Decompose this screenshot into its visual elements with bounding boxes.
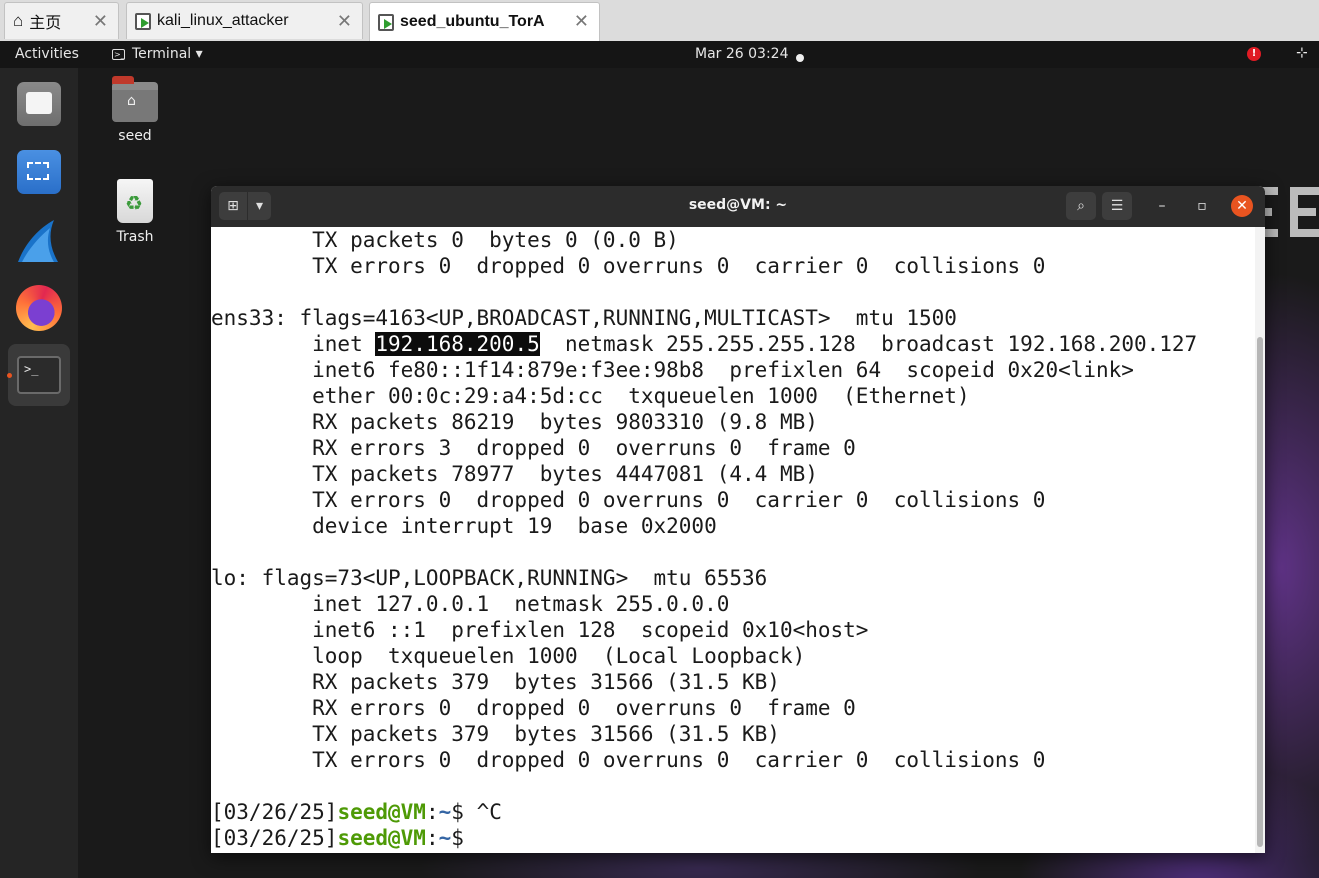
terminal-line: device interrupt 19 base 0x2000 xyxy=(211,514,717,538)
terminal-line: TX packets 0 bytes 0 (0.0 B) xyxy=(211,228,679,252)
app-menu-button[interactable]: >_ Terminal ▾ xyxy=(112,46,203,62)
terminal-line: RX packets 379 bytes 31566 (31.5 KB) xyxy=(211,670,780,694)
trash-icon: ♻ xyxy=(117,179,153,223)
terminal-icon: >_ xyxy=(17,356,61,394)
host-tab-label: kali_linux_attacker xyxy=(157,12,289,29)
desktop-trash[interactable]: ♻ Trash xyxy=(95,179,175,245)
scrollbar-thumb[interactable] xyxy=(1257,337,1263,847)
terminal-line: TX errors 0 dropped 0 overruns 0 carrier… xyxy=(211,254,1046,278)
selected-ip-address[interactable]: 192.168.200.5 xyxy=(375,332,540,356)
close-icon[interactable]: ✕ xyxy=(574,11,589,32)
prompt-user: seed@VM xyxy=(337,800,426,824)
prompt-colon: : xyxy=(425,800,439,824)
network-icon[interactable]: ⊹ xyxy=(1296,45,1308,61)
host-tab-strip: ⌂ 主页 ✕ kali_linux_attacker ✕ seed_ubuntu… xyxy=(0,0,1319,42)
terminal-header-bar: ⊞ ▾ seed@VM: ~ ⌕ ☰ – ▫ ✕ xyxy=(211,186,1265,227)
search-button[interactable]: ⌕ xyxy=(1066,192,1096,220)
running-indicator xyxy=(7,373,12,378)
dock-terminal[interactable]: >_ xyxy=(7,344,70,406)
terminal-line: TX errors 0 dropped 0 overruns 0 carrier… xyxy=(211,488,1046,512)
desktop-home-folder[interactable]: ⌂ seed xyxy=(95,76,175,144)
terminal-line: ether 00:0c:29:a4:5d:cc txqueuelen 1000 … xyxy=(211,384,970,408)
dock-screenshot[interactable] xyxy=(8,142,70,204)
screenshot-icon xyxy=(17,150,61,194)
host-tab-kali[interactable]: kali_linux_attacker ✕ xyxy=(126,2,363,39)
terminal-line: ens33: flags=4163<UP,BROADCAST,RUNNING,M… xyxy=(211,306,957,330)
vm-icon xyxy=(378,13,394,31)
terminal-line: inet 127.0.0.1 netmask 255.0.0.0 xyxy=(211,592,730,616)
terminal-line: lo: flags=73<UP,LOOPBACK,RUNNING> mtu 65… xyxy=(211,566,768,590)
host-tab-seed[interactable]: seed_ubuntu_TorA ✕ xyxy=(369,2,600,41)
prompt-path: ~ xyxy=(438,826,452,850)
terminal-line: inet6 fe80::1f14:879e:f3ee:98b8 prefixle… xyxy=(211,358,1134,382)
close-icon[interactable]: ✕ xyxy=(93,11,108,32)
terminal-line: TX packets 78977 bytes 4447081 (4.4 MB) xyxy=(211,462,818,486)
prompt-sign: $ xyxy=(451,800,477,824)
desktop-icon-label: seed xyxy=(118,128,152,144)
activities-button[interactable]: Activities xyxy=(15,46,79,62)
desktop-icon-label: Trash xyxy=(116,229,154,245)
hamburger-menu-button[interactable]: ☰ xyxy=(1102,192,1132,220)
terminal-line: RX errors 3 dropped 0 overruns 0 frame 0 xyxy=(211,436,856,460)
files-icon xyxy=(17,82,61,126)
terminal-line: TX errors 0 dropped 0 overruns 0 carrier… xyxy=(211,748,1046,772)
inet-prefix: inet xyxy=(211,332,376,356)
vm-icon xyxy=(135,12,151,30)
terminal-line: inet6 ::1 prefixlen 128 scopeid 0x10<hos… xyxy=(211,618,869,642)
terminal-line-inet: inet 192.168.200.5 netmask 255.255.255.1… xyxy=(211,331,1255,357)
prompt-path: ~ xyxy=(438,800,452,824)
gnome-top-bar: Activities >_ Terminal ▾ Mar 26 03:24 ! … xyxy=(0,41,1319,68)
minimize-button[interactable]: – xyxy=(1151,195,1173,217)
maximize-button[interactable]: ▫ xyxy=(1191,195,1213,217)
terminal-window: ⊞ ▾ seed@VM: ~ ⌕ ☰ – ▫ ✕ TX packets 0 by… xyxy=(211,186,1265,853)
terminal-line: loop txqueuelen 1000 (Local Loopback) xyxy=(211,644,806,668)
terminal-scrollbar[interactable] xyxy=(1255,227,1265,853)
terminal-output[interactable]: TX packets 0 bytes 0 (0.0 B) TX errors 0… xyxy=(211,227,1255,853)
home-folder-icon: ⌂ xyxy=(112,76,158,122)
home-icon: ⌂ xyxy=(13,11,24,30)
dock-wireshark[interactable] xyxy=(8,210,70,272)
prompt-date: [03/26/25] xyxy=(211,826,338,850)
terminal-icon: >_ xyxy=(112,48,125,60)
prompt-colon: : xyxy=(425,826,439,850)
terminal-line: RX packets 86219 bytes 9803310 (9.8 MB) xyxy=(211,410,818,434)
dock: >_ xyxy=(0,68,78,878)
firefox-icon xyxy=(16,285,62,331)
host-tab-home[interactable]: ⌂ 主页 ✕ xyxy=(4,2,119,39)
host-tab-label: 主页 xyxy=(29,15,62,32)
terminal-line: TX packets 379 bytes 31566 (31.5 KB) xyxy=(211,722,780,746)
inet-suffix: netmask 255.255.255.128 broadcast 192.16… xyxy=(539,332,1198,356)
prompt-user: seed@VM xyxy=(337,826,426,850)
dock-firefox[interactable] xyxy=(8,278,70,340)
app-menu-label: Terminal ▾ xyxy=(132,46,203,62)
prompt-line-current[interactable]: [03/26/25]seed@VM:~$ xyxy=(211,825,1255,851)
prompt-line: [03/26/25]seed@VM:~$ ^C xyxy=(211,799,1255,825)
close-icon[interactable]: ✕ xyxy=(337,11,352,32)
prompt-sign: $ xyxy=(451,826,477,850)
wireshark-icon xyxy=(18,220,58,262)
host-tab-label: seed_ubuntu_TorA xyxy=(400,13,545,30)
terminal-line: RX errors 0 dropped 0 overruns 0 frame 0 xyxy=(211,696,856,720)
alert-icon[interactable]: ! xyxy=(1247,47,1261,61)
prompt-date: [03/26/25] xyxy=(211,800,338,824)
prompt-command: ^C xyxy=(476,800,502,824)
notification-dot-icon xyxy=(796,54,804,62)
close-button[interactable]: ✕ xyxy=(1231,195,1253,217)
dock-files[interactable] xyxy=(8,74,70,136)
clock[interactable]: Mar 26 03:24 xyxy=(695,46,788,62)
